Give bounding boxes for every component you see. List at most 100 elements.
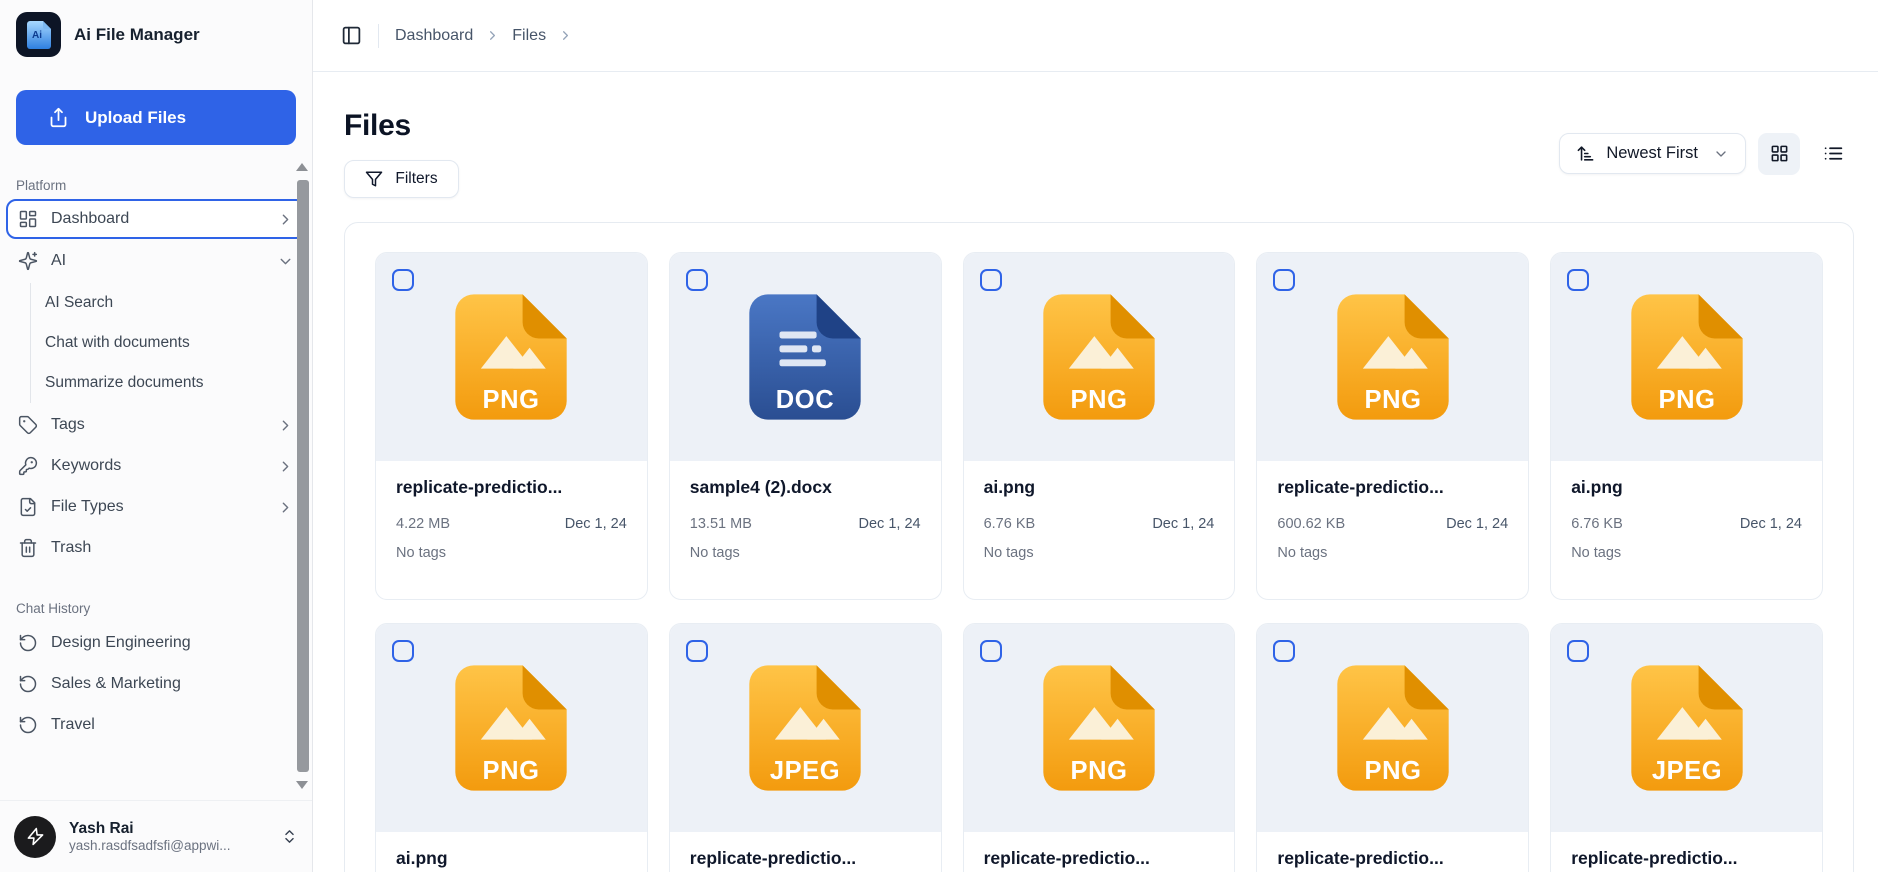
file-thumbnail: PNG [963,624,1235,832]
chat-history-item-travel[interactable]: Travel [8,706,304,744]
file-thumbnail: PNG [1257,253,1529,461]
dashboard-icon [19,210,37,228]
chat-history-item-sales-marketing[interactable]: Sales & Marketing [8,665,304,703]
file-card[interactable]: JPEG replicate-predictio... [668,623,942,872]
divider [378,23,379,48]
file-tags: No tags [983,545,1034,561]
file-checkbox[interactable] [979,640,1002,662]
file-card[interactable]: PNG ai.png 6.76 KB Dec 1, 24 No tags [962,252,1236,600]
file-card[interactable]: PNG replicate-predictio... [1256,623,1530,872]
file-size: 4.22 MB [396,516,450,532]
file-card[interactable]: PNG replicate-predictio... 4.22 MB Dec 1… [375,252,648,600]
file-type-label: PNG [483,757,540,785]
brand: Ai Ai File Manager [0,0,312,58]
avatar [14,815,56,858]
file-checkbox[interactable] [1567,640,1590,662]
file-type-label: PNG [1364,757,1421,785]
file-type-icon: PNG [1630,294,1743,420]
file-checkbox[interactable] [685,640,708,662]
sidebar-item-trash[interactable]: Trash [8,529,304,567]
upload-files-button[interactable]: Upload Files [16,90,296,145]
chevron-down-icon [1713,146,1729,162]
file-checkbox[interactable] [392,269,414,291]
sidebar-item-file-types[interactable]: File Types [8,488,304,526]
list-view-button[interactable] [1812,133,1854,175]
breadcrumb-dashboard[interactable]: Dashboard [395,27,473,45]
file-name: replicate-predictio... [1277,477,1444,497]
file-date: Dec 1, 24 [858,516,921,532]
app-logo-icon: Ai [16,12,61,57]
chat-history-section-label: Chat History [16,601,91,616]
main-area: Dashboard Files Files Filters Newest Fir… [313,0,1878,872]
breadcrumb-files[interactable]: Files [512,27,546,45]
file-card[interactable]: PNG replicate-predictio... 600.62 KB Dec… [1256,252,1530,600]
user-menu[interactable]: Yash Rai yash.rasdfsadfsfi@appwi... [0,800,312,872]
file-thumbnail: DOC [669,253,941,461]
tag-icon [18,415,38,435]
topbar: Dashboard Files [313,0,1878,72]
files-grid: PNG replicate-predictio... 4.22 MB Dec 1… [375,252,1823,872]
file-thumbnail: JPEG [669,624,941,832]
platform-section-label: Platform [16,178,67,193]
grid-view-button[interactable] [1758,132,1800,175]
grid-view-icon [1771,145,1787,162]
app-title: Ai File Manager [74,24,200,44]
file-type-label: DOC [776,386,834,414]
sidebar-scrollbar-down-arrow[interactable] [296,781,308,789]
chat-history-item-design-engineering[interactable]: Design Engineering [8,624,304,662]
chevrons-up-down-icon [281,828,298,845]
chevron-down-icon [277,253,294,270]
file-type-icon: DOC [749,294,861,420]
file-checkbox[interactable] [1273,640,1296,662]
sidebar-item-tags[interactable]: Tags [8,406,304,444]
file-card[interactable]: DOC sample4 (2).docx 13.51 MB Dec 1, 24 … [668,252,942,600]
file-type-label: PNG [1658,386,1715,414]
file-checkbox[interactable] [1567,269,1590,291]
sort-dropdown[interactable]: Newest First [1559,133,1746,174]
sidebar-item-keywords[interactable]: Keywords [8,447,304,485]
file-type-icon: PNG [1337,294,1449,420]
sidebar: Ai Ai File Manager Upload Files Platform… [0,0,313,872]
sidebar-item-ai-search[interactable]: AI Search [33,283,304,323]
file-thumbnail: PNG [1257,624,1529,832]
svg-text:Ai: Ai [32,30,42,41]
sidebar-scrollbar-up-arrow[interactable] [296,163,308,171]
file-checkbox[interactable] [685,269,708,291]
file-thumbnail: PNG [376,253,647,461]
file-checkbox[interactable] [979,269,1002,291]
file-type-icon: PNG [1043,665,1155,791]
sidebar-nav: Platform Dashboard AI AI Search Chat wit… [0,145,312,800]
file-checkbox[interactable] [1273,269,1296,291]
file-size: 13.51 MB [689,516,752,532]
sidebar-scrollbar-thumb[interactable] [297,180,309,772]
file-type-icon: PNG [455,665,568,791]
chevron-right-icon [277,458,294,475]
file-name: replicate-predictio... [689,848,857,868]
file-name: ai.png [983,477,1036,497]
file-card[interactable]: JPEG replicate-predictio... [1550,623,1823,872]
file-card[interactable]: PNG ai.png 6.76 KB Dec 1, 24 No tags [1550,252,1823,600]
file-check-icon [20,497,36,517]
file-type-icon: PNG [1043,294,1155,420]
file-checkbox[interactable] [392,640,414,662]
file-type-label: JPEG [1651,757,1721,785]
file-type-icon: PNG [1337,665,1449,791]
filters-button[interactable]: Filters [344,160,459,198]
file-card[interactable]: PNG ai.png [375,623,648,872]
file-thumbnail: PNG [1551,253,1822,461]
sidebar-item-chat-with-documents[interactable]: Chat with documents [33,323,304,363]
funnel-icon [366,171,383,187]
chevron-right-icon [277,211,294,228]
sidebar-item-ai[interactable]: AI [8,242,304,280]
sidebar-item-summarize-documents[interactable]: Summarize documents [33,363,304,403]
file-tags: No tags [1571,545,1622,561]
files-panel: PNG replicate-predictio... 4.22 MB Dec 1… [344,222,1854,872]
file-type-label: PNG [1070,386,1127,414]
file-name: replicate-predictio... [396,477,563,497]
list-view-icon [1824,147,1842,160]
sidebar-toggle-button[interactable] [337,21,366,50]
file-card[interactable]: PNG replicate-predictio... [962,623,1236,872]
file-name: replicate-predictio... [1571,848,1738,868]
file-name: sample4 (2).docx [689,477,832,497]
sidebar-item-dashboard[interactable]: Dashboard [6,199,306,239]
